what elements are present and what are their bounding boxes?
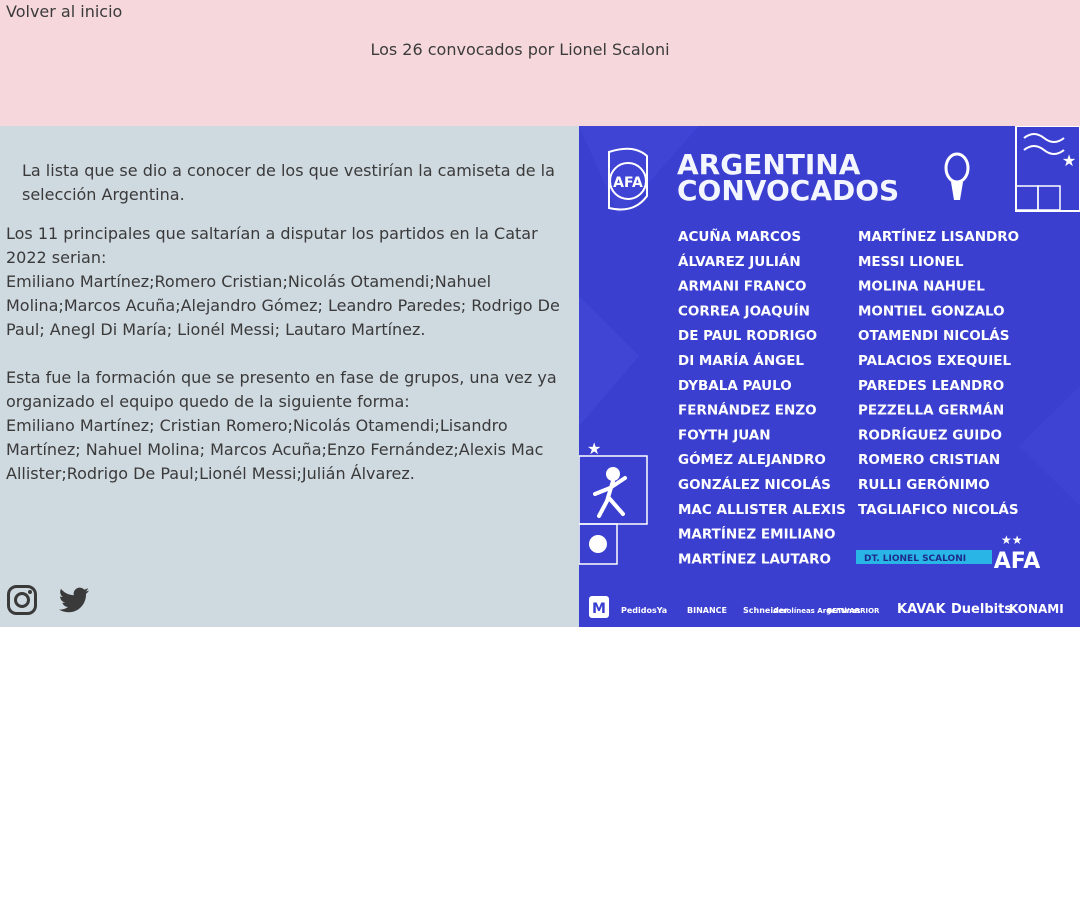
player-name: GONZÁLEZ NICOLÁS	[678, 476, 831, 493]
player-name: MAC ALLISTER ALEXIS	[678, 502, 846, 518]
poster-graphic: AFA ARGENTINA CONVOCADOS ★ ★ ACUÑA MARCO…	[579, 126, 1080, 627]
player-name: PAREDES LEANDRO	[858, 378, 1004, 394]
player-name: DYBALA PAULO	[678, 378, 792, 394]
mcdonalds-m-icon: M	[592, 601, 606, 617]
player-name: TAGLIAFICO NICOLÁS	[858, 501, 1019, 518]
star-icon: ★	[1062, 151, 1076, 170]
poster-title-line2: CONVOCADOS	[677, 174, 899, 207]
player-name: MARTÍNEZ LAUTARO	[678, 550, 831, 567]
player-name: ARMANI FRANCO	[678, 279, 807, 295]
sponsor-logo: BINANCE	[687, 606, 727, 615]
player-name: RULLI GERÓNIMO	[858, 475, 990, 493]
star-icon: ★★	[1001, 533, 1023, 547]
player-name: MARTÍNEZ LISANDRO	[858, 228, 1019, 245]
player-name: CORREA JOAQUÍN	[678, 302, 810, 319]
afa-crest-text: AFA	[613, 175, 643, 191]
player-name: PEZZELLA GERMÁN	[858, 402, 1004, 419]
sponsors-strip: M	[589, 596, 609, 618]
player-name: MOLINA NAHUEL	[858, 279, 985, 295]
star-icon: ★	[587, 439, 601, 458]
player-name: PALACIOS EXEQUIEL	[858, 353, 1012, 369]
player-name: ÁLVAREZ JULIÁN	[678, 253, 801, 270]
coach-label-text: DT. LIONEL SCALONI	[864, 554, 966, 564]
starting-eleven-paragraph: Los 11 principales que saltarían a dispu…	[6, 222, 578, 342]
group-stage-lineup-paragraph: Esta fue la formación que se presento en…	[6, 366, 578, 486]
player-name: OTAMENDI NICOLÁS	[858, 327, 1009, 344]
intro-text: La lista que se dio a conocer de los que…	[22, 161, 555, 204]
article-content: La lista que se dio a conocer de los que…	[0, 126, 579, 627]
player-name: DE PAUL RODRIGO	[678, 328, 817, 344]
sponsor-logo: KONAMI	[1009, 602, 1064, 616]
social-links	[6, 584, 90, 616]
player-name: ROMERO CRISTIAN	[858, 452, 1000, 468]
player-name: MARTÍNEZ EMILIANO	[678, 526, 835, 543]
coach-label: DT. LIONEL SCALONI	[856, 550, 992, 564]
decorative-panel-top-right: ★	[1015, 126, 1080, 212]
sponsor-logo: Duelbits	[951, 602, 1012, 617]
page-header: Volver al inicio Los 26 convocados por L…	[0, 0, 1080, 126]
paragraph-line: Emiliano Martínez; Cristian Romero;Nicol…	[6, 416, 544, 483]
page-title: Los 26 convocados por Lionel Scaloni	[370, 40, 670, 59]
player-name: DI MARÍA ÁNGEL	[678, 352, 804, 369]
back-to-home-link[interactable]: Volver al inicio	[6, 2, 122, 21]
player-name: FERNÁNDEZ ENZO	[678, 402, 817, 419]
twitter-link[interactable]	[58, 584, 90, 616]
sponsor-logo: PedidosYa	[621, 606, 667, 615]
afa-badge-text: AFA	[994, 549, 1041, 574]
player-name: ACUÑA MARCOS	[678, 228, 801, 245]
player-name: MONTIEL GONZALO	[858, 303, 1005, 319]
player-name: MESSI LIONEL	[858, 254, 964, 270]
paragraph-line: Esta fue la formación que se presento en…	[6, 368, 557, 411]
squad-announcement-poster: AFA ARGENTINA CONVOCADOS ★ ★ ACUÑA MARCO…	[579, 126, 1080, 627]
player-name: FOYTH JUAN	[678, 427, 771, 443]
twitter-icon	[58, 587, 89, 613]
sponsor-logo: BETWARRIOR	[827, 607, 880, 615]
instagram-icon	[7, 585, 37, 615]
sponsor-logo: KAVAK	[897, 602, 946, 617]
player-name: RODRÍGUEZ GUIDO	[858, 426, 1002, 443]
instagram-link[interactable]	[6, 584, 38, 616]
paragraph-line: Los 11 principales que saltarían a dispu…	[6, 224, 538, 267]
player-name: GÓMEZ ALEJANDRO	[678, 450, 826, 468]
paragraph-line: Emiliano Martínez;Romero Cristian;Nicolá…	[6, 272, 560, 339]
